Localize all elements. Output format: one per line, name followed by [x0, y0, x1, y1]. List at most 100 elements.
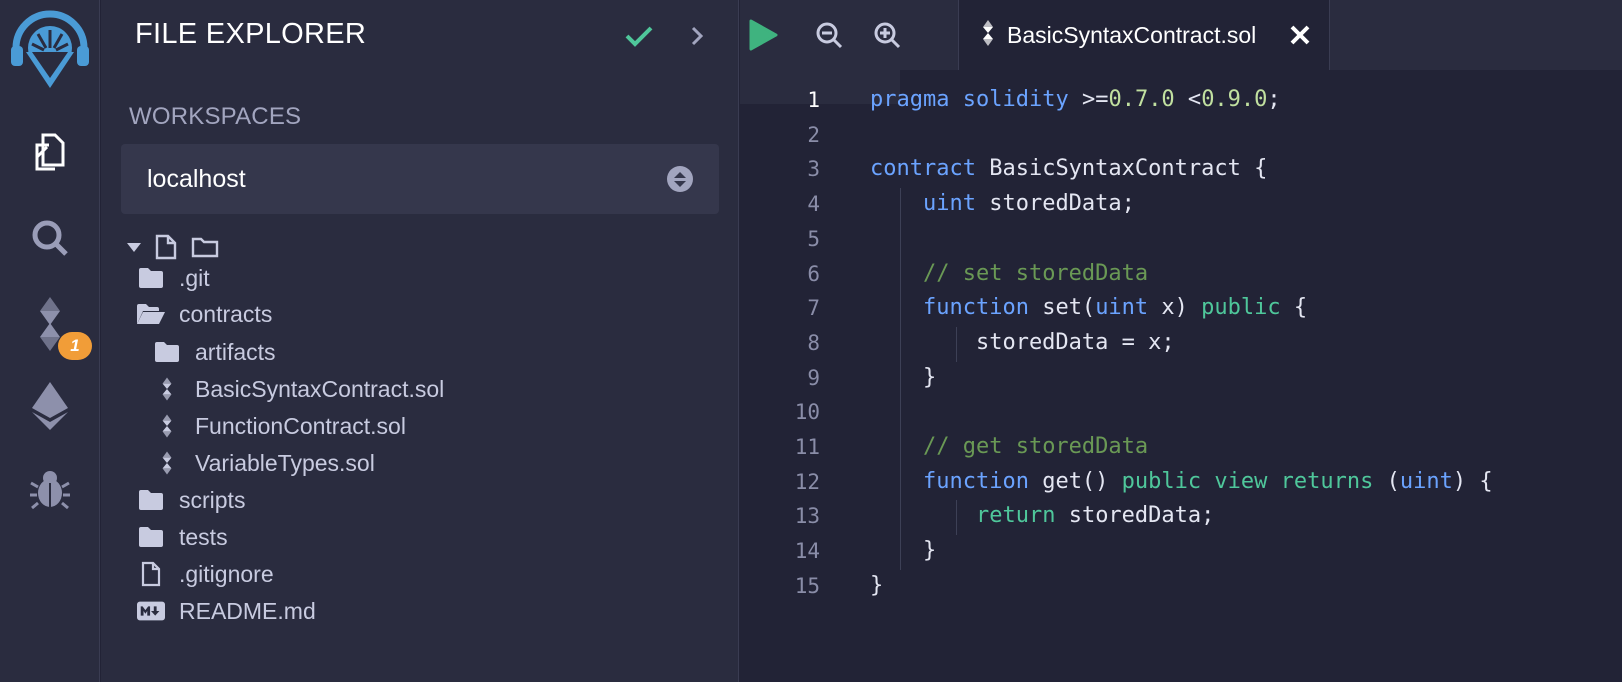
tree-item[interactable]: README.md — [137, 593, 316, 629]
code-token: 0.9.0 — [1201, 87, 1268, 112]
code-editor[interactable]: pragma solidity >=0.7.0 <0.9.0; contract … — [870, 70, 1622, 682]
code-token: storedData; — [975, 191, 1135, 217]
code-line: storedData = x; — [870, 325, 1175, 361]
solidity-file-icon — [979, 19, 997, 51]
line-number: 4 — [807, 192, 820, 217]
code-token: set( — [1028, 295, 1096, 321]
tree-item[interactable]: tests — [137, 519, 228, 555]
code-token: >= — [1068, 87, 1109, 112]
debugger-icon[interactable] — [0, 450, 100, 530]
zoom-in-icon[interactable] — [866, 14, 908, 56]
tree-item-label: artifacts — [195, 338, 276, 365]
code-line: function get() public view returns (uint… — [870, 464, 1493, 500]
code-token: BasicSyntaxContract { — [975, 156, 1268, 182]
file-explorer-icon[interactable] — [0, 112, 100, 192]
tree-item-label: .gitignore — [179, 560, 274, 587]
code-token: public — [1201, 295, 1281, 321]
tree-item[interactable]: FunctionContract.sol — [153, 408, 406, 444]
code-token: uint — [1399, 468, 1453, 494]
tab-basic-syntax-contract[interactable]: BasicSyntaxContract.sol — [958, 0, 1330, 70]
tree-item[interactable]: contracts — [137, 296, 272, 332]
tree-item-label: VariableTypes.sol — [195, 449, 375, 476]
markdown-icon — [137, 597, 165, 625]
folder-icon — [153, 338, 181, 366]
folder-icon — [137, 523, 165, 551]
folder-open-icon — [137, 300, 165, 328]
code-line: return storedData; — [870, 498, 1214, 534]
tree-item-label: contracts — [179, 300, 273, 327]
code-line: uint storedData; — [870, 186, 1135, 222]
run-icon[interactable] — [742, 14, 784, 56]
code-token: // get storedData — [922, 434, 1149, 459]
select-arrows-icon — [667, 166, 693, 192]
solidity-file-icon — [153, 449, 181, 477]
line-number: 14 — [794, 539, 820, 564]
code-token: storedData = x; — [870, 329, 1175, 355]
tree-item[interactable]: .git — [137, 260, 210, 296]
code-line: } — [870, 533, 936, 569]
code-token: // set storedData — [922, 260, 1149, 286]
tree-item[interactable]: artifacts — [153, 334, 276, 370]
remix-logo-icon[interactable] — [0, 0, 100, 92]
panel-title: FILE EXPLORER — [135, 18, 367, 50]
indent-guide — [956, 500, 957, 536]
folder-icon — [137, 486, 165, 514]
tree-item[interactable]: VariableTypes.sol — [153, 445, 375, 481]
code-token: function — [922, 295, 1029, 321]
close-icon[interactable] — [1285, 20, 1315, 50]
code-token: returns — [1280, 468, 1374, 494]
tree-item[interactable]: BasicSyntaxContract.sol — [153, 371, 444, 407]
search-icon[interactable] — [0, 198, 100, 278]
tree-item-label: scripts — [179, 486, 246, 513]
code-token: return — [975, 503, 1056, 529]
code-token: ) { — [1452, 468, 1493, 494]
line-number: 5 — [807, 226, 820, 251]
caret-down-icon[interactable] — [127, 240, 141, 258]
line-number: 12 — [794, 469, 820, 494]
code-token: public — [1121, 468, 1202, 494]
tree-item[interactable]: .gitignore — [137, 556, 274, 592]
workspace-selected-value: localhost — [147, 164, 246, 193]
solidity-file-icon — [153, 412, 181, 440]
solidity-compiler-icon[interactable]: 1 — [0, 284, 100, 364]
code-token: 0.7.0 — [1108, 87, 1175, 112]
code-token: } — [870, 364, 937, 390]
deploy-run-icon[interactable] — [0, 366, 100, 446]
tree-item[interactable]: scripts — [137, 482, 245, 518]
code-line: // get storedData — [870, 429, 1148, 465]
line-number: 9 — [807, 365, 820, 390]
code-token: function — [922, 468, 1029, 494]
line-number: 8 — [807, 330, 820, 355]
line-number: 7 — [807, 296, 820, 321]
tree-item-label: BasicSyntaxContract.sol — [195, 375, 445, 402]
tree-item-label: FunctionContract.sol — [195, 412, 406, 439]
new-folder-icon[interactable] — [191, 236, 219, 263]
file-explorer-panel: FILE EXPLORER WORKSPACES localhost .git c… — [101, 0, 739, 682]
code-token: < — [1174, 87, 1202, 112]
code-token: get() — [1028, 468, 1122, 494]
code-line: } — [870, 568, 883, 604]
tab-label: BasicSyntaxContract.sol — [1007, 21, 1257, 48]
line-number: 15 — [794, 573, 820, 598]
check-icon[interactable] — [621, 18, 657, 54]
code-token: view — [1214, 468, 1268, 494]
file-icon — [137, 560, 165, 588]
chevron-right-icon[interactable] — [679, 18, 715, 54]
line-number: 13 — [794, 504, 820, 529]
code-token: uint — [922, 191, 976, 217]
notification-badge: 1 — [58, 332, 92, 360]
line-number: 3 — [807, 157, 820, 182]
workspace-select[interactable]: localhost — [121, 144, 719, 214]
code-token: } — [870, 572, 884, 598]
zoom-out-icon[interactable] — [808, 14, 850, 56]
code-line: function set(uint x) public { — [870, 290, 1307, 326]
code-token: } — [870, 538, 937, 564]
code-line: pragma solidity >=0.7.0 <0.9.0; — [870, 82, 1281, 118]
icon-rail: 1 — [0, 0, 100, 682]
